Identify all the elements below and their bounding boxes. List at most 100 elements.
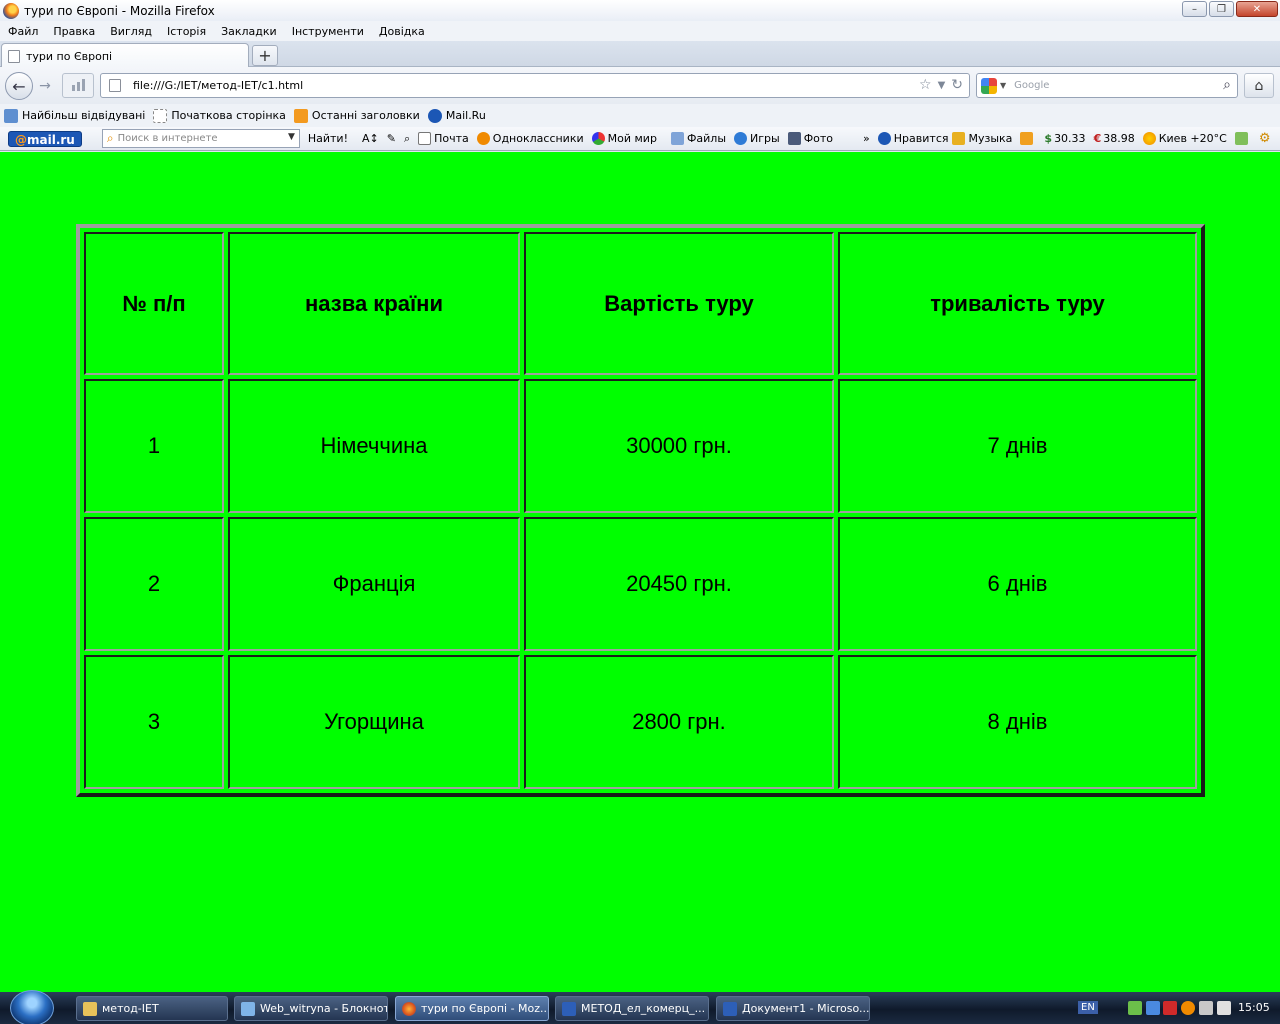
mailru-agent-icon[interactable] bbox=[1181, 1001, 1195, 1015]
shopping-bag-icon bbox=[1020, 132, 1034, 145]
site-identity-icon[interactable] bbox=[109, 79, 121, 92]
home-button[interactable]: ⌂ bbox=[1244, 73, 1274, 98]
menu-history[interactable]: Історія bbox=[167, 25, 214, 38]
mailru-icon bbox=[427, 108, 442, 123]
menu-tools[interactable]: Інструменти bbox=[292, 25, 372, 38]
table-row: 3 Угорщина 2800 грн. 8 днів bbox=[84, 655, 1197, 789]
reload-icon[interactable]: ↻ bbox=[951, 77, 963, 95]
mailru-item-label: Фото bbox=[803, 132, 834, 145]
network-icon[interactable] bbox=[1128, 1001, 1142, 1015]
bookmark-most-visited[interactable]: Найбільш відвідувані bbox=[4, 108, 146, 123]
taskbar: метод-IET Web_witryna - Блокнот тури по … bbox=[0, 990, 1280, 1024]
table-header-row: № п/п назва країни Вартість туру тривалі… bbox=[84, 232, 1197, 375]
mailru-mail-link[interactable]: Почта bbox=[418, 132, 469, 145]
mailru-files-link[interactable]: Файлы bbox=[670, 132, 726, 145]
cell-number: 2 bbox=[84, 517, 224, 651]
files-icon bbox=[670, 132, 684, 145]
mailru-ok-link[interactable]: Одноклассники bbox=[476, 132, 584, 145]
chevron-down-icon[interactable]: ▼ bbox=[288, 132, 295, 142]
mailru-item-label: Почта bbox=[434, 132, 469, 145]
map-icon[interactable] bbox=[1234, 132, 1251, 145]
back-button[interactable]: ← bbox=[5, 72, 33, 100]
cell-country: Німеччина bbox=[228, 379, 520, 513]
stats-button[interactable] bbox=[62, 73, 94, 98]
page-search-icon[interactable]: ⌕ bbox=[404, 132, 410, 146]
my-world-icon bbox=[591, 132, 605, 145]
header-price: Вартість туру bbox=[524, 232, 834, 375]
mailru-item-label: Мой мир bbox=[607, 132, 657, 145]
taskbar-item-explorer[interactable]: метод-IET bbox=[76, 996, 228, 1021]
usd-rate-value: 30.33 bbox=[1054, 132, 1086, 145]
task-label: метод-IET bbox=[102, 1002, 159, 1015]
menu-edit[interactable]: Правка bbox=[53, 25, 103, 38]
mailru-like-link[interactable]: Нравится bbox=[877, 132, 948, 145]
bookmark-star-icon[interactable]: ☆ bbox=[919, 77, 932, 95]
minimize-button[interactable]: – bbox=[1182, 1, 1207, 17]
mailru-music-link[interactable]: Музыка bbox=[952, 132, 1012, 145]
mailru-myworld-link[interactable]: Мой мир bbox=[591, 132, 657, 145]
maximize-button[interactable]: ❐ bbox=[1209, 1, 1234, 17]
volume-icon[interactable] bbox=[1217, 1001, 1231, 1015]
mailru-photo-link[interactable]: Фото bbox=[787, 132, 834, 145]
menu-help[interactable]: Довідка bbox=[379, 25, 433, 38]
google-engine-icon[interactable] bbox=[981, 77, 997, 94]
bookmark-label: Найбільш відвідувані bbox=[22, 109, 146, 122]
cell-duration: 8 днів bbox=[838, 655, 1197, 789]
window-titlebar: тури по Європі - Mozilla Firefox – ❐ ✕ bbox=[0, 0, 1280, 21]
bookmark-latest-headlines[interactable]: Останні заголовки bbox=[293, 108, 420, 123]
menu-view[interactable]: Вигляд bbox=[110, 25, 160, 38]
language-indicator[interactable]: EN bbox=[1078, 1001, 1098, 1014]
weather-widget[interactable]: Киев +20°C bbox=[1142, 132, 1227, 145]
search-input[interactable]: Google bbox=[1014, 80, 1049, 91]
header-duration: тривалість туру bbox=[838, 232, 1197, 375]
start-button[interactable] bbox=[10, 990, 54, 1024]
font-size-icon[interactable]: A↕ bbox=[362, 132, 379, 145]
antivirus-icon[interactable] bbox=[1163, 1001, 1177, 1015]
mailru-games-link[interactable]: Игры bbox=[734, 132, 780, 145]
mailru-item-label: Музыка bbox=[968, 132, 1013, 145]
bookmark-label: Початкова сторінка bbox=[171, 109, 286, 122]
bookmark-start-page[interactable]: Початкова сторінка bbox=[153, 108, 286, 123]
mailru-bag-icon[interactable] bbox=[1020, 132, 1036, 145]
display-icon[interactable] bbox=[1146, 1001, 1160, 1015]
window-title: тури по Європі - Mozilla Firefox bbox=[24, 3, 215, 18]
history-dropdown-icon[interactable]: ▼ bbox=[938, 77, 946, 95]
eur-rate[interactable]: €38.98 bbox=[1094, 132, 1135, 145]
highlight-icon[interactable]: ✎ bbox=[387, 132, 396, 145]
clock[interactable]: 15:05 bbox=[1238, 1001, 1270, 1014]
task-label: тури по Європі - Moz... bbox=[421, 1002, 549, 1015]
menu-file[interactable]: Файл bbox=[8, 25, 46, 38]
mailru-logo[interactable]: @mail.ru bbox=[8, 130, 82, 147]
mailru-logo-at: @ bbox=[15, 132, 27, 147]
notepad-icon bbox=[241, 1001, 255, 1016]
url-text[interactable]: file:///G:/IET/метод-IET/c1.html bbox=[133, 79, 303, 92]
taskbar-item-word-doc[interactable]: Документ1 - Microso... bbox=[716, 996, 870, 1021]
bookmark-mailru[interactable]: Mail.Ru bbox=[427, 108, 486, 123]
taskbar-item-word-method[interactable]: МЕТОД_ел_комерц_... bbox=[555, 996, 709, 1021]
taskbar-item-notepad[interactable]: Web_witryna - Блокнот bbox=[234, 996, 388, 1021]
close-button[interactable]: ✕ bbox=[1236, 1, 1278, 17]
settings-gear-icon[interactable]: ⚙ bbox=[1259, 131, 1271, 146]
search-icon[interactable]: ⌕ bbox=[1223, 77, 1231, 93]
taskbar-item-firefox[interactable]: тури по Європі - Moz... bbox=[395, 996, 549, 1021]
mailru-find-button[interactable]: Найти! bbox=[308, 132, 348, 145]
task-label: Документ1 - Microso... bbox=[742, 1002, 870, 1015]
table-row: 2 Франція 20450 грн. 6 днів bbox=[84, 517, 1197, 651]
like-icon bbox=[877, 132, 891, 145]
overflow-chevron-icon[interactable]: » bbox=[863, 132, 870, 145]
task-label: МЕТОД_ел_комерц_... bbox=[581, 1002, 706, 1015]
search-bar[interactable]: ▼ Google ⌕ bbox=[976, 73, 1238, 98]
safely-remove-icon[interactable] bbox=[1199, 1001, 1213, 1015]
url-bar[interactable]: file:///G:/IET/метод-IET/c1.html ☆ ▼ ↻ bbox=[100, 73, 970, 98]
menu-bookmarks[interactable]: Закладки bbox=[221, 25, 285, 38]
forward-button[interactable]: → bbox=[34, 77, 56, 95]
mailru-search-input[interactable]: ⌕ Поиск в интернете ▼ bbox=[101, 129, 300, 148]
cell-price: 2800 грн. bbox=[524, 655, 834, 789]
tab-active[interactable]: тури по Європі bbox=[1, 43, 249, 68]
new-tab-button[interactable]: + bbox=[252, 45, 278, 66]
engine-dropdown-icon[interactable]: ▼ bbox=[1000, 81, 1006, 90]
usd-rate[interactable]: $30.33 bbox=[1044, 132, 1085, 145]
header-country: назва країни bbox=[228, 232, 520, 375]
cell-duration: 6 днів bbox=[838, 517, 1197, 651]
page-icon bbox=[153, 108, 168, 123]
